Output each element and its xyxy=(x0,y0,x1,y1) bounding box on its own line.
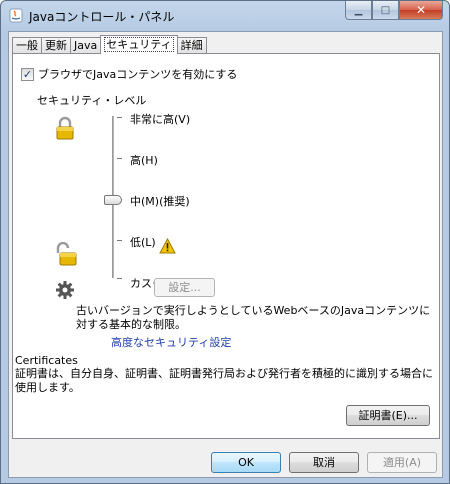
tab-security[interactable]: セキュリティ xyxy=(100,35,178,54)
maximize-button[interactable]: □ xyxy=(372,1,399,20)
tab-general[interactable]: 一般 xyxy=(12,37,42,54)
slider-tick xyxy=(117,278,122,279)
maximize-icon: □ xyxy=(380,4,391,16)
apply-button[interactable]: 適用(A) xyxy=(367,452,437,473)
level-very-high-label[interactable]: 非常に高(V) xyxy=(130,111,190,127)
java-icon xyxy=(9,8,23,23)
enable-java-checkbox-row[interactable]: ✓ ブラウザでJavaコンテンツを有効にする xyxy=(21,66,237,82)
cancel-button[interactable]: 取消 xyxy=(289,452,359,473)
certificates-heading: Certificates xyxy=(15,354,78,367)
minimize-button[interactable]: ▁ xyxy=(345,1,372,20)
tab-bar: 一般 更新 Java セキュリティ 詳細 xyxy=(12,35,207,54)
security-level-description: 古いバージョンで実行しようとしているWebベースのJavaコンテンツに対する基本… xyxy=(76,304,431,331)
advanced-security-settings-link[interactable]: 高度なセキュリティ設定 xyxy=(111,334,231,350)
security-panel: ✓ ブラウザでJavaコンテンツを有効にする セキュリティ・レベル 非常に高(V… xyxy=(12,53,440,439)
java-control-panel-window: Javaコントロール・パネル ▁ □ ✕ 一般 更新 Java セキュリティ 詳… xyxy=(0,0,450,484)
gear-icon xyxy=(56,281,74,299)
tab-security-label: セキュリティ xyxy=(104,37,174,52)
slider-tick xyxy=(117,117,122,118)
client-area: 一般 更新 Java セキュリティ 詳細 ✓ ブラウザでJavaコンテンツを有効… xyxy=(8,31,443,478)
tab-update[interactable]: 更新 xyxy=(41,37,71,54)
tab-advanced[interactable]: 詳細 xyxy=(176,37,207,54)
lock-closed-icon xyxy=(56,116,74,140)
window-title: Javaコントロール・パネル xyxy=(29,10,175,24)
security-level-heading: セキュリティ・レベル xyxy=(37,94,147,107)
certificates-button[interactable]: 証明書(E)... xyxy=(346,405,430,426)
certificates-description: 証明書は、自分自身、証明書、証明書発行局および発行者を積極的に識別する場合に使用… xyxy=(15,367,433,394)
enable-java-label: ブラウザでJavaコンテンツを有効にする xyxy=(38,68,238,81)
tab-java[interactable]: Java xyxy=(70,37,102,54)
enable-java-checkbox[interactable]: ✓ xyxy=(21,67,34,81)
custom-settings-button[interactable]: 設定... xyxy=(154,278,215,297)
level-low-label[interactable]: 低(L) xyxy=(130,234,156,250)
slider-tick xyxy=(117,240,122,241)
close-icon: ✕ xyxy=(415,3,427,17)
minimize-icon: ▁ xyxy=(354,4,363,16)
lock-open-icon xyxy=(56,242,77,266)
title-bar[interactable]: Javaコントロール・パネル ▁ □ ✕ xyxy=(1,1,449,31)
level-medium-label[interactable]: 中(M)(推奨) xyxy=(130,193,190,209)
level-high-label[interactable]: 高(H) xyxy=(130,152,158,168)
security-level-slider-thumb[interactable] xyxy=(104,195,122,205)
slider-tick xyxy=(117,158,122,159)
close-button[interactable]: ✕ xyxy=(399,1,443,20)
warning-icon xyxy=(159,238,176,254)
ok-button[interactable]: OK xyxy=(211,452,281,473)
